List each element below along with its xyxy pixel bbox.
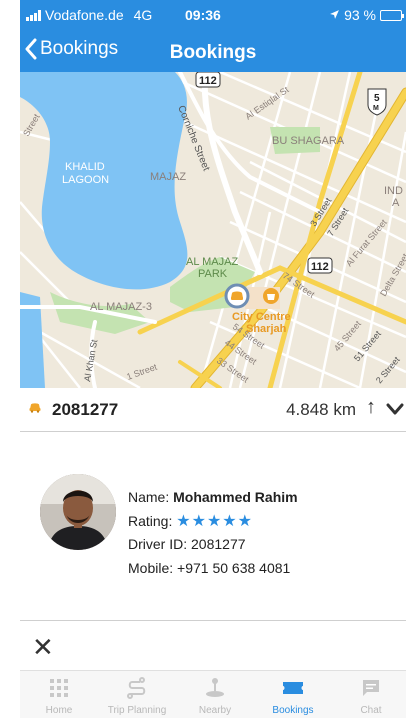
driver-name-row: Name: Mohammed Rahim xyxy=(128,486,298,510)
status-bar: Vodafone.de 4G 09:36 93 % xyxy=(20,0,406,30)
driver-location-marker[interactable] xyxy=(224,283,250,309)
tab-trip-planning-label: Trip Planning xyxy=(107,705,167,716)
location-arrow-icon xyxy=(329,7,340,23)
svg-text:City Centre: City Centre xyxy=(232,311,291,323)
label-ind-2: A xyxy=(392,197,400,209)
divider xyxy=(20,620,406,621)
route-shield-5: 5 M xyxy=(367,88,387,116)
label-bu-shagara: BU SHAGARA xyxy=(272,135,345,147)
svg-text:Sharjah: Sharjah xyxy=(246,323,287,335)
grid-icon xyxy=(20,677,98,699)
route-shield-112-top: 112 xyxy=(195,72,221,88)
tab-nearby-label: Nearby xyxy=(198,705,232,716)
joystick-icon xyxy=(176,677,254,699)
driver-id: 2081277 xyxy=(191,536,246,552)
page-title: Bookings xyxy=(169,42,257,63)
tab-home[interactable]: Home xyxy=(20,677,98,716)
booking-id: 2081277 xyxy=(52,400,119,419)
signal-icon xyxy=(26,9,41,21)
label-al-majaz-park-2: PARK xyxy=(198,268,228,280)
driver-name: Mohammed Rahim xyxy=(173,489,298,505)
driver-info: Name: Mohammed Rahim Rating: ★★★★★ Drive… xyxy=(128,486,298,580)
tab-nearby[interactable]: Nearby xyxy=(176,677,254,716)
driver-id-row: Driver ID: 2081277 xyxy=(128,533,298,557)
driver-rating-row: Rating: ★★★★★ xyxy=(128,510,298,534)
route-icon xyxy=(98,677,176,699)
driver-card: Name: Mohammed Rahim Rating: ★★★★★ Drive… xyxy=(40,474,406,584)
driver-mobile-row: Mobile: +971 50 638 4081 xyxy=(128,557,298,581)
svg-text:5: 5 xyxy=(374,93,380,104)
chat-icon xyxy=(332,677,406,699)
map-view[interactable]: KHALID LAGOON MAJAZ BU SHAGARA AL MAJAZ … xyxy=(20,72,406,388)
battery-percent: 93 % xyxy=(344,7,376,23)
label-al-majaz-park-1: AL MAJAZ xyxy=(186,256,238,268)
network-type: 4G xyxy=(133,7,153,23)
driver-mobile[interactable]: +971 50 638 4081 xyxy=(177,560,290,576)
carrier-name: Vodafone.de xyxy=(45,7,124,23)
label-khalid-lagoon-1: KHALID xyxy=(65,161,105,173)
tab-chat-label: Chat xyxy=(360,705,382,716)
label-khalid-lagoon-2: LAGOON xyxy=(62,174,109,186)
battery-info: 93 % xyxy=(329,7,404,23)
avatar xyxy=(40,474,116,550)
driver-id-label: Driver ID: xyxy=(128,536,188,552)
close-button[interactable]: ✕ xyxy=(32,634,54,660)
tab-bar: Home Trip Planning Nearby Bookings Chat xyxy=(20,670,406,718)
direction-arrow-icon: ↑ xyxy=(366,396,376,418)
battery-icon xyxy=(380,9,404,21)
route-shield-112-mid: 112 xyxy=(307,257,333,274)
status-time: 09:36 xyxy=(185,7,221,23)
booking-summary-row[interactable]: 2081277 4.848 km ↑ xyxy=(20,388,406,432)
label-al-majaz-3: AL MAJAZ-3 xyxy=(90,301,152,313)
booking-distance: 4.848 km xyxy=(286,400,356,419)
svg-text:112: 112 xyxy=(311,261,329,273)
rating-stars-icon: ★★★★★ xyxy=(176,512,253,530)
chevron-down-icon[interactable] xyxy=(384,398,406,420)
svg-text:M: M xyxy=(373,105,379,112)
tab-bookings-label: Bookings xyxy=(272,705,314,716)
nav-bar: Bookings Bookings xyxy=(20,32,406,72)
driver-mobile-label: Mobile: xyxy=(128,559,174,576)
tab-trip-planning[interactable]: Trip Planning xyxy=(98,677,176,716)
driver-rating-label: Rating: xyxy=(128,512,173,529)
top-bar: Vodafone.de 4G 09:36 93 % Bookings Booki… xyxy=(20,0,406,72)
car-icon xyxy=(29,403,41,413)
ticket-icon xyxy=(254,677,332,699)
carrier-info: Vodafone.de 4G xyxy=(26,7,152,23)
label-ind-1: IND xyxy=(384,185,403,197)
tab-chat[interactable]: Chat xyxy=(332,677,406,716)
tab-bookings[interactable]: Bookings xyxy=(254,677,332,716)
driver-name-label: Name: xyxy=(128,489,170,505)
tab-home-label: Home xyxy=(45,705,73,716)
svg-text:112: 112 xyxy=(199,75,217,87)
label-majaz: MAJAZ xyxy=(150,171,186,183)
